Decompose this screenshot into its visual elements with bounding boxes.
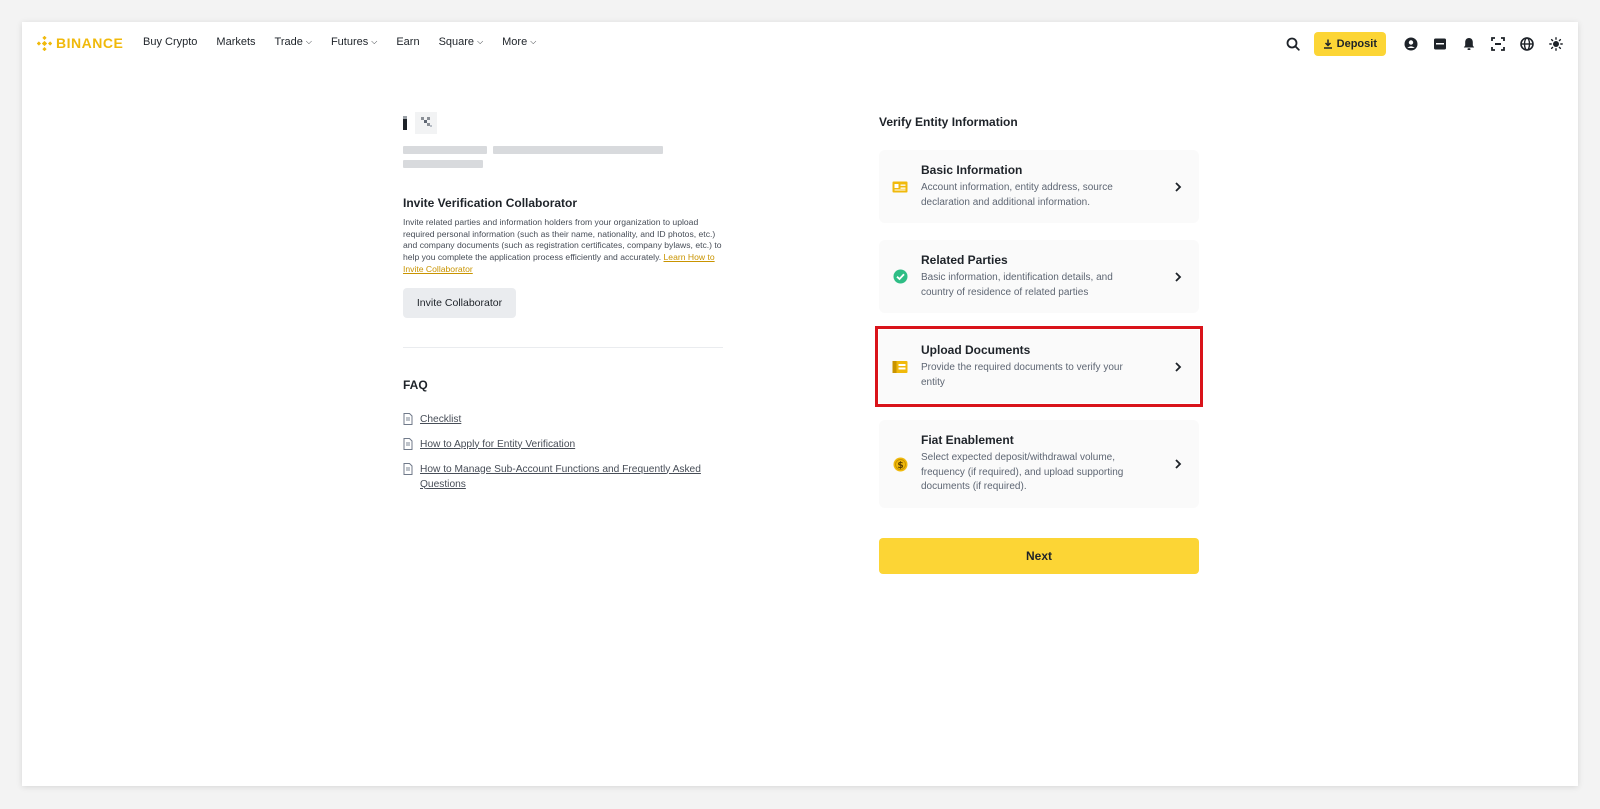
nav-link-label: Markets xyxy=(216,36,256,48)
nav-right-actions: Deposit xyxy=(1279,31,1570,57)
bell-icon xyxy=(1463,38,1474,50)
svg-text:$: $ xyxy=(897,460,903,470)
nav-link-label: More xyxy=(502,36,528,48)
chevron-right-icon xyxy=(1175,361,1182,372)
scan-button[interactable] xyxy=(1483,31,1512,57)
nav-links: Buy Crypto Markets Trade ⌵ Futures ⌵ Earn … xyxy=(143,36,555,48)
step-card-subtitle: Provide the required documents to verify… xyxy=(921,362,1123,388)
redacted-avatar xyxy=(403,116,407,130)
redacted-entity-logo xyxy=(415,112,437,134)
browser-window: BINANCE Buy Crypto Markets Trade ⌵ Future… xyxy=(22,22,1578,786)
scan-icon xyxy=(1490,37,1505,51)
chevron-down-icon: ⌵ xyxy=(305,37,312,46)
chevron-right-icon xyxy=(1175,459,1182,469)
verification-steps: Basic Information Account information, e… xyxy=(875,150,1203,508)
check-circle-icon xyxy=(892,269,908,285)
nav-link-earn[interactable]: Earn xyxy=(396,36,419,48)
step-card-text: Basic Information Account information, e… xyxy=(921,163,1173,210)
step-card-fiat-enablement[interactable]: $ Fiat Enablement Select expected deposi… xyxy=(879,420,1199,508)
divider xyxy=(403,346,723,348)
faq-link-apply-entity[interactable]: How to Apply for Entity Verification xyxy=(420,437,575,452)
step-card-subtitle: Account information, entity address, sou… xyxy=(921,182,1113,208)
wallet-button[interactable] xyxy=(1425,31,1454,57)
nav-link-label: Futures xyxy=(330,36,369,48)
nav-link-more[interactable]: More ⌵ xyxy=(502,36,536,48)
globe-icon xyxy=(1519,37,1534,51)
redacted-text xyxy=(403,146,487,154)
step-card-basic-information[interactable]: Basic Information Account information, e… xyxy=(879,150,1199,223)
faq-link-sub-account[interactable]: How to Manage Sub-Account Functions and … xyxy=(420,462,743,492)
folder-document-icon xyxy=(892,359,908,375)
step-card-title: Upload Documents xyxy=(921,343,1031,357)
chevron-down-icon: ⌵ xyxy=(371,37,378,46)
invite-description: Invite related parties and information h… xyxy=(403,217,723,276)
right-panel: Verify Entity Information Basic Informat… xyxy=(875,115,1203,574)
entity-avatar-row xyxy=(403,112,743,134)
wallet-icon xyxy=(1433,38,1446,50)
invite-title: Invite Verification Collaborator xyxy=(403,196,578,210)
account-button[interactable] xyxy=(1396,31,1425,57)
deposit-button[interactable]: Deposit xyxy=(1313,32,1386,56)
redacted-text xyxy=(403,160,483,168)
search-button[interactable] xyxy=(1279,31,1308,57)
brand-name: BINANCE xyxy=(56,35,124,51)
nav-link-markets[interactable]: Markets xyxy=(216,36,255,48)
theme-toggle-button[interactable] xyxy=(1541,31,1570,57)
theme-icon xyxy=(1548,37,1563,51)
step-card-title: Basic Information xyxy=(921,163,1023,177)
chevron-down-icon: ⌵ xyxy=(477,37,484,46)
user-icon xyxy=(1404,37,1417,51)
language-button[interactable] xyxy=(1512,31,1541,57)
step-card-text: Related Parties Basic information, ident… xyxy=(921,253,1173,300)
redacted-text xyxy=(493,146,663,154)
step-card-title: Related Parties xyxy=(921,253,1008,267)
document-icon xyxy=(403,462,413,475)
nav-link-label: Buy Crypto xyxy=(143,36,198,48)
coin-dollar-icon: $ xyxy=(892,456,908,472)
chevron-down-icon: ⌵ xyxy=(530,37,537,46)
id-card-icon xyxy=(892,179,908,195)
step-card-upload-documents[interactable]: Upload Documents Provide the required do… xyxy=(875,326,1203,407)
download-icon xyxy=(1323,39,1332,49)
deposit-label: Deposit xyxy=(1336,38,1377,50)
faq-title: FAQ xyxy=(403,377,428,392)
nav-link-trade[interactable]: Trade ⌵ xyxy=(275,36,312,48)
faq-item: How to Apply for Entity Verification xyxy=(403,437,743,452)
faq-link-checklist[interactable]: Checklist xyxy=(420,412,461,427)
step-card-text: Upload Documents Provide the required do… xyxy=(921,343,1173,390)
search-icon xyxy=(1286,37,1300,51)
nav-link-buy-crypto[interactable]: Buy Crypto xyxy=(143,36,197,48)
left-panel: Invite Verification Collaborator Invite … xyxy=(403,112,743,492)
chevron-right-icon xyxy=(1175,181,1182,192)
chevron-right-icon xyxy=(1175,271,1182,282)
binance-logo[interactable]: BINANCE xyxy=(37,35,123,51)
document-icon xyxy=(403,412,413,425)
nav-link-futures[interactable]: Futures ⌵ xyxy=(331,36,377,48)
binance-logo-icon xyxy=(37,35,52,51)
next-button[interactable]: Next xyxy=(879,538,1199,574)
document-icon xyxy=(403,437,413,450)
redacted-entity-name xyxy=(403,146,743,168)
faq-item: How to Manage Sub-Account Functions and … xyxy=(403,462,743,492)
faq-item: Checklist xyxy=(403,412,743,427)
invite-collaborator-button[interactable]: Invite Collaborator xyxy=(403,287,516,318)
step-card-text: Fiat Enablement Select expected deposit/… xyxy=(921,433,1173,495)
verify-entity-title: Verify Entity Information xyxy=(879,115,1018,129)
step-card-subtitle: Basic information, identification detail… xyxy=(921,272,1113,298)
nav-link-label: Square xyxy=(438,36,475,48)
notifications-button[interactable] xyxy=(1454,31,1483,57)
step-card-related-parties[interactable]: Related Parties Basic information, ident… xyxy=(879,240,1199,313)
nav-link-label: Trade xyxy=(274,36,303,48)
step-card-title: Fiat Enablement xyxy=(921,433,1014,448)
nav-link-square[interactable]: Square ⌵ xyxy=(439,36,484,48)
faq-list: Checklist How to Apply for Entity Verifi… xyxy=(403,412,743,492)
step-card-subtitle: Select expected deposit/withdrawal volum… xyxy=(921,452,1124,493)
nav-link-label: Earn xyxy=(396,36,420,48)
top-nav: BINANCE Buy Crypto Markets Trade ⌵ Future… xyxy=(22,22,1578,66)
